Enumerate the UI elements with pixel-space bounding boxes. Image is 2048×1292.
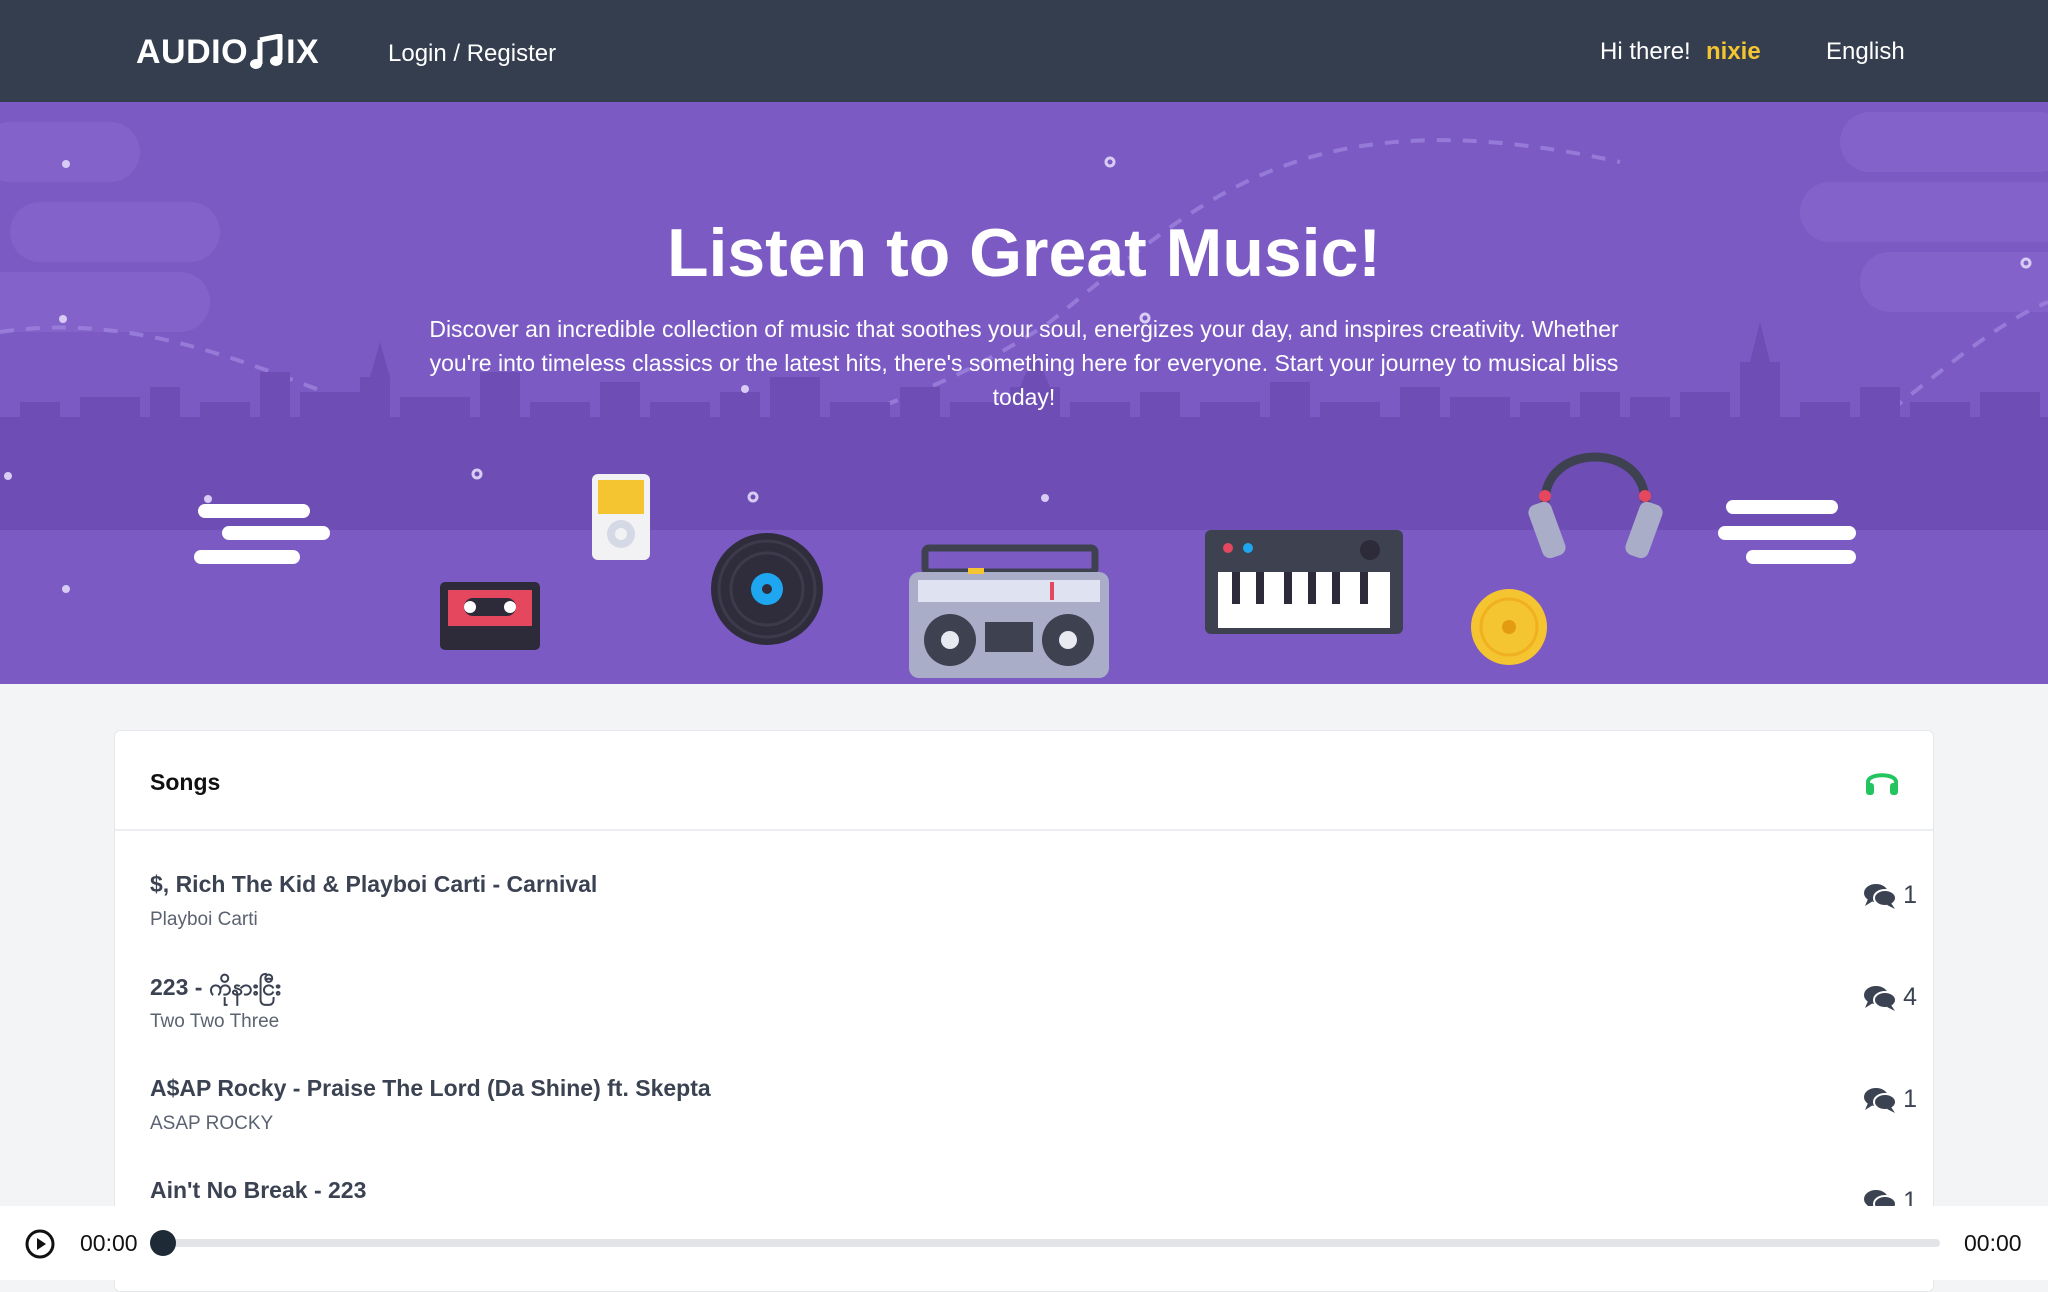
song-artist: ASAP ROCKY xyxy=(150,1113,274,1134)
song-comment-count: 1 xyxy=(1863,881,1917,910)
audio-player-bar: 00:00 00:00 xyxy=(0,1206,2048,1280)
brand-logo[interactable]: AUDIO IX xyxy=(136,30,319,74)
song-title[interactable]: A$AP Rocky - Praise The Lord (Da Shine) … xyxy=(150,1075,711,1102)
song-row[interactable]: $, Rich The Kid & Playboi Carti - Carniv… xyxy=(115,861,1933,963)
song-comment-count: 1 xyxy=(1863,1085,1917,1114)
total-time: 00:00 xyxy=(1964,1230,2022,1256)
comments-icon xyxy=(1864,985,1898,1011)
song-row[interactable]: 223 - ကိုနားငြီး Two Two Three 4 xyxy=(115,963,1933,1065)
progress-slider-thumb[interactable] xyxy=(150,1230,176,1256)
current-time: 00:00 xyxy=(80,1230,138,1256)
brand-text-left: AUDIO xyxy=(136,32,249,71)
hero-title: Listen to Great Music! xyxy=(666,215,1382,291)
song-artist: Playboi Carti xyxy=(150,909,258,930)
music-note-icon xyxy=(250,34,283,69)
headphones-icon xyxy=(1866,773,1898,795)
login-register-link[interactable]: Login / Register xyxy=(388,40,556,68)
comments-icon xyxy=(1864,883,1898,909)
comment-count: 1 xyxy=(1903,1085,1917,1113)
play-icon[interactable] xyxy=(24,1228,56,1260)
song-artist: Two Two Three xyxy=(150,1011,280,1032)
language-selector[interactable]: English xyxy=(1826,38,1905,66)
song-title[interactable]: $, Rich The Kid & Playboi Carti - Carniv… xyxy=(150,871,597,898)
username-link[interactable]: nixie xyxy=(1706,38,1761,66)
comment-count: 4 xyxy=(1903,983,1917,1011)
songs-header-title: Songs xyxy=(150,769,221,795)
brand-text-right: IX xyxy=(286,32,320,71)
song-title[interactable]: 223 - ကိုနားငြီး xyxy=(150,973,281,1007)
comments-icon xyxy=(1864,1087,1898,1113)
song-title[interactable]: Ain't No Break - 223 xyxy=(150,1177,366,1204)
songs-card-header: Songs xyxy=(115,731,1933,831)
progress-slider-track[interactable] xyxy=(162,1239,1940,1247)
comment-count: 1 xyxy=(1903,881,1917,909)
hero-banner: Listen to Great Music! Discover an incre… xyxy=(0,102,2048,684)
song-comment-count: 4 xyxy=(1863,983,1917,1012)
greeting-text: Hi there! xyxy=(1600,38,1691,65)
hero-description: Discover an incredible collection of mus… xyxy=(429,316,1619,410)
song-row[interactable]: A$AP Rocky - Praise The Lord (Da Shine) … xyxy=(115,1065,1933,1167)
top-navbar: AUDIO IX Login / Register Hi there! nixi… xyxy=(0,0,2048,102)
